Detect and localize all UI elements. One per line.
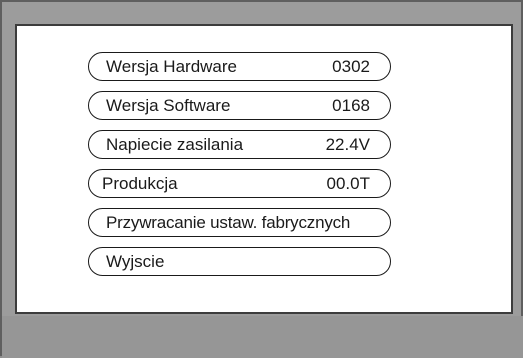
menu-item-label: Produkcja [102, 173, 178, 193]
menu-item-label: Wersja Software [106, 95, 231, 115]
menu-item-value: 00.0T [326, 173, 370, 193]
menu-item-factory-reset[interactable]: Przywracanie ustaw. fabrycznych [88, 208, 391, 237]
menu-item-label: Napiecie zasilania [106, 134, 244, 154]
menu-item-value: 0302 [332, 56, 370, 76]
menu-item-exit[interactable]: Wyjscie [88, 247, 391, 276]
menu-item-label: Wersja Hardware [106, 56, 238, 76]
settings-menu: Wersja Hardware 0302 Wersja Software 016… [88, 52, 391, 276]
menu-item-label: Wyjscie [106, 251, 165, 271]
bottom-bezel [2, 316, 523, 358]
menu-item-production[interactable]: Produkcja 00.0T [88, 169, 391, 198]
menu-item-software-version[interactable]: Wersja Software 0168 [88, 91, 391, 120]
menu-item-hardware-version[interactable]: Wersja Hardware 0302 [88, 52, 391, 81]
menu-item-value: 0168 [332, 95, 370, 115]
menu-item-value: 22.4V [325, 134, 370, 154]
menu-item-label: Przywracanie ustaw. fabrycznych [106, 212, 351, 232]
menu-item-supply-voltage[interactable]: Napiecie zasilania 22.4V [88, 130, 391, 159]
